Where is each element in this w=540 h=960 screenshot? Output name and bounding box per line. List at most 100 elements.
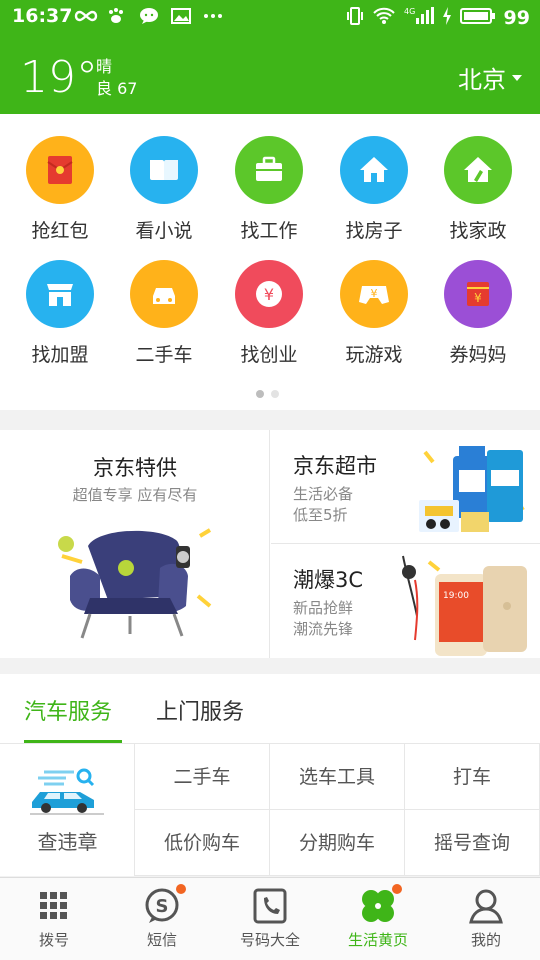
svg-text:¥: ¥ xyxy=(474,291,482,305)
grid-item-label: 二手车 xyxy=(135,344,193,366)
coupon-icon: ¥ xyxy=(444,260,512,328)
page-indicator xyxy=(256,390,279,398)
car-icon xyxy=(130,260,198,328)
broom-house-icon xyxy=(444,136,512,204)
car-services: 查违章 二手车 选车工具 打车 低价购车 分期购车 摇号查询 xyxy=(0,744,540,876)
nav-life-pages[interactable]: 生活黄页 xyxy=(324,878,432,960)
grid-item-coupon[interactable]: ¥ 券妈妈 xyxy=(426,260,530,367)
service-tabs: 汽车服务 上门服务 xyxy=(0,674,540,744)
phone-earphone-image: 19:00 xyxy=(402,555,527,656)
jd-special-subtitle: 超值专享 应有尽有 xyxy=(72,486,198,504)
briefcase-icon xyxy=(235,136,303,204)
grid-item-label: 抢红包 xyxy=(31,220,89,242)
grid-item-games[interactable]: ¥ 玩游戏 xyxy=(322,260,426,367)
tab-car-service[interactable]: 汽车服务 xyxy=(24,694,112,726)
svg-text:¥: ¥ xyxy=(371,287,378,300)
jd-special-title: 京东特供 xyxy=(93,456,177,480)
status-time: 16:37 xyxy=(12,5,73,27)
service-used-car[interactable]: 二手车 xyxy=(135,744,270,810)
header-bar: 16:37 4G 99 19° 晴 良 67 北京 xyxy=(0,0,540,114)
page-dot xyxy=(256,390,264,398)
book-icon xyxy=(130,136,198,204)
grid-item-label: 玩游戏 xyxy=(345,344,403,366)
city-name: 北京 xyxy=(458,66,506,94)
grid-item-franchise[interactable]: 找加盟 xyxy=(8,260,112,367)
service-lottery-query[interactable]: 摇号查询 xyxy=(405,810,540,876)
grid-item-housekeeping[interactable]: 找家政 xyxy=(426,136,530,243)
notification-badge xyxy=(392,884,402,894)
message-icon: S xyxy=(142,884,186,926)
vibrate-icon xyxy=(346,6,364,30)
nav-label: 短信 xyxy=(146,931,177,949)
bottom-navigation: 拨号 S 短信 号码大全 生活黄页 我的 xyxy=(0,877,540,960)
dropdown-caret-icon xyxy=(512,74,522,81)
svg-text:S: S xyxy=(156,896,169,917)
notification-badge xyxy=(176,884,186,894)
service-car-selector[interactable]: 选车工具 xyxy=(270,744,405,810)
nav-dialer[interactable]: 拨号 xyxy=(0,878,108,960)
nav-label: 我的 xyxy=(470,931,501,949)
chat-icon xyxy=(138,6,160,26)
grid-item-label: 找加盟 xyxy=(31,344,89,366)
paw-icon xyxy=(106,6,128,26)
service-installment-car[interactable]: 分期购车 xyxy=(270,810,405,876)
trend-3c-line1: 新品抢鲜 xyxy=(293,599,354,617)
service-grid: 抢红包 看小说 找工作 找房子 找家政 找加盟 二手车 ¥ 找创业 ¥ 玩游戏 … xyxy=(0,114,540,410)
nav-profile[interactable]: 我的 xyxy=(432,878,540,960)
jd-promo-section: 京东特供 超值专享 应有尽有 京东超市 生活必备 低至5折 潮爆3C 新品抢鲜 … xyxy=(0,430,540,658)
svg-text:19:00: 19:00 xyxy=(443,591,469,601)
nav-messages[interactable]: S 短信 xyxy=(108,878,216,960)
app-screen: 16:37 4G 99 19° 晴 良 67 北京 抢红包 看小说 找工作 找房… xyxy=(0,0,540,960)
battery-icon xyxy=(459,6,496,30)
jd-special-card[interactable]: 京东特供 超值专享 应有尽有 xyxy=(0,430,270,658)
money-icon: ¥ xyxy=(235,260,303,328)
clover-icon xyxy=(358,884,402,926)
charging-icon xyxy=(442,6,452,30)
infinity-icon xyxy=(74,6,98,26)
air-quality: 良 67 xyxy=(96,79,138,98)
grid-item-label: 找创业 xyxy=(240,344,298,366)
image-icon xyxy=(170,6,192,26)
grid-item-red-envelope[interactable]: 抢红包 xyxy=(8,136,112,243)
grid-item-label: 找工作 xyxy=(240,220,298,242)
weather-condition: 晴 xyxy=(96,57,113,76)
armchair-image xyxy=(58,528,212,639)
phonebook-icon xyxy=(250,886,290,926)
nav-label: 号码大全 xyxy=(239,931,300,949)
trend-3c-line2: 潮流先锋 xyxy=(293,620,354,638)
weather-info: 晴 良 67 xyxy=(96,56,137,100)
grid-item-used-car[interactable]: 二手车 xyxy=(112,260,216,367)
grid-item-job[interactable]: 找工作 xyxy=(217,136,321,243)
jd-supermarket-line2: 低至5折 xyxy=(293,506,348,524)
house-icon xyxy=(340,136,408,204)
city-selector[interactable]: 北京 xyxy=(458,60,522,95)
wifi-icon xyxy=(372,6,396,30)
violation-check-button[interactable]: 查违章 xyxy=(0,744,135,876)
jd-supermarket-line1: 生活必备 xyxy=(293,485,354,503)
trend-3c-title: 潮爆3C xyxy=(293,568,364,592)
detergent-image xyxy=(419,446,525,532)
dialpad-icon xyxy=(34,886,74,926)
gamepad-icon: ¥ xyxy=(340,260,408,328)
jd-supermarket-card[interactable]: 京东超市 生活必备 低至5折 xyxy=(271,430,540,544)
trend-3c-card[interactable]: 潮爆3C 新品抢鲜 潮流先锋 19:00 xyxy=(271,544,540,658)
nav-phonebook[interactable]: 号码大全 xyxy=(216,878,324,960)
svg-text:¥: ¥ xyxy=(264,285,274,304)
nav-label: 生活黄页 xyxy=(347,931,408,949)
tab-home-service[interactable]: 上门服务 xyxy=(156,694,244,726)
grid-item-startup[interactable]: ¥ 找创业 xyxy=(217,260,321,367)
temperature: 19° xyxy=(20,52,98,103)
svg-text:4G: 4G xyxy=(404,7,415,16)
grid-item-house[interactable]: 找房子 xyxy=(322,136,426,243)
grid-item-label: 找房子 xyxy=(345,220,403,242)
grid-item-label: 找家政 xyxy=(449,220,507,242)
service-low-price-car[interactable]: 低价购车 xyxy=(135,810,270,876)
grid-item-label: 券妈妈 xyxy=(449,344,507,366)
profile-icon xyxy=(466,886,506,926)
grid-item-novel[interactable]: 看小说 xyxy=(112,136,216,243)
battery-percent: 99 xyxy=(503,7,530,29)
more-icon xyxy=(202,6,224,26)
red-envelope-icon xyxy=(26,136,94,204)
service-taxi[interactable]: 打车 xyxy=(405,744,540,810)
active-tab-indicator xyxy=(24,740,122,743)
